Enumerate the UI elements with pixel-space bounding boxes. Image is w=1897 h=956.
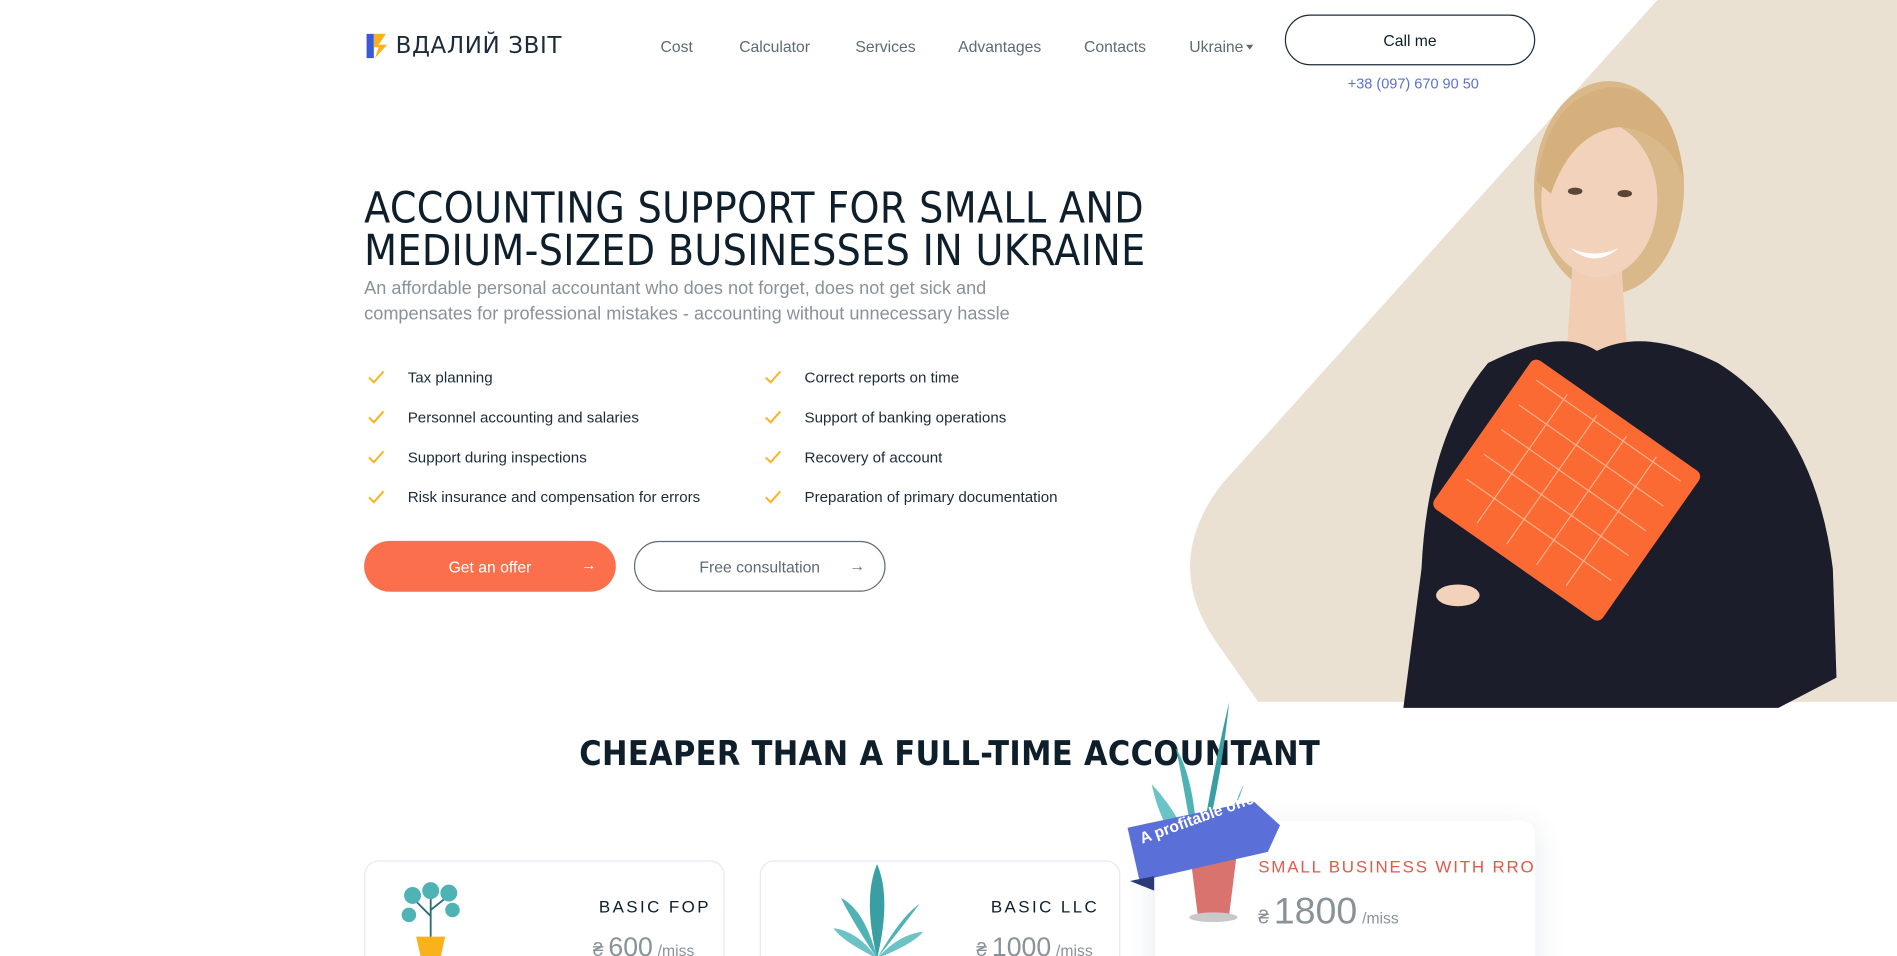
language-label: Ukraine (1189, 37, 1244, 56)
hero-subtitle-line-2: compensates for professional mistakes - … (364, 303, 1010, 325)
nav-item-advantages[interactable]: Advantages (958, 38, 1041, 56)
check-icon (368, 450, 385, 464)
arrow-right-icon: → (849, 556, 866, 575)
feature-item: Correct reports on time (765, 369, 960, 387)
plan-name: BASIC LLC (990, 896, 1100, 917)
check-icon (368, 490, 385, 504)
hero-subtitle: An affordable personal accountant who do… (364, 276, 1041, 327)
check-icon (368, 370, 385, 384)
feature-item: Personnel accounting and salaries (368, 409, 639, 426)
feature-label: Personnel accounting and salaries (407, 409, 639, 426)
hero-background (1190, 0, 1897, 708)
price-value: 600 (608, 931, 653, 956)
feature-label: Tax planning (407, 369, 493, 387)
plant-icon (401, 882, 460, 956)
phone-link[interactable]: +38 (097) 670 90 50 (1348, 75, 1479, 92)
feature-item: Risk insurance and compensation for erro… (368, 489, 700, 506)
currency-symbol: ₴ (976, 940, 988, 956)
logo-mark-icon (366, 33, 388, 59)
check-icon (368, 410, 385, 424)
hero-title: ACCOUNTING SUPPORT FOR SMALL AND MEDIUM-… (364, 185, 1187, 276)
feature-item: Support during inspections (368, 449, 587, 466)
nav-item-cost[interactable]: Cost (661, 38, 693, 56)
hero-title-line-1: ACCOUNTING SUPPORT FOR SMALL AND (364, 185, 1144, 234)
page: ВДАЛИЙ ЗВІТ Cost Calculator Services Adv… (0, 0, 1897, 956)
feature-label: Risk insurance and compensation for erro… (407, 488, 701, 506)
check-icon (765, 490, 782, 504)
feature-label: Recovery of account (804, 448, 943, 466)
hero-subtitle-line-1: An affordable personal accountant who do… (364, 278, 987, 299)
plan-price: ₴ 600 /miss (593, 932, 695, 956)
feature-label: Correct reports on time (804, 369, 960, 387)
call-me-button[interactable]: Call me (1284, 14, 1536, 66)
hero-title-line-2: MEDIUM-SIZED BUSINESSES IN UKRAINE (364, 227, 1146, 276)
feature-label: Support during inspections (407, 448, 587, 466)
get-offer-label: Get an offer (448, 557, 532, 576)
price-period: /miss (1362, 908, 1399, 927)
nav-item-services[interactable]: Services (855, 38, 915, 56)
feature-label: Support of banking operations (804, 409, 1007, 426)
price-value: 1000 (991, 931, 1052, 956)
get-offer-button[interactable]: Get an offer → (364, 540, 616, 592)
check-icon (765, 370, 782, 384)
price-period: /miss (1055, 941, 1093, 956)
feature-item: Recovery of account (765, 448, 943, 466)
nav-item-contacts[interactable]: Contacts (1084, 38, 1146, 56)
price-value: 1800 (1273, 889, 1358, 932)
feature-label: Preparation of primary documentation (804, 488, 1058, 506)
check-icon (765, 450, 782, 464)
free-consultation-button[interactable]: Free consultation → (633, 540, 886, 592)
brand-name: ВДАЛИЙ ЗВІТ (395, 32, 563, 60)
caret-down-icon (1245, 44, 1254, 50)
plan-card[interactable]: BASIC FOP ₴ 600 /miss (364, 860, 725, 956)
language-selector[interactable]: Ukraine (1189, 37, 1254, 56)
feature-item: Tax planning (368, 369, 493, 386)
plan-price: ₴ 1800 /miss (1258, 889, 1399, 933)
check-icon (765, 410, 782, 424)
plan-price: ₴ 1000 /miss (976, 932, 1092, 956)
feature-item: Support of banking operations (765, 409, 1007, 426)
pricing-title: CHEAPER THAN A FULL-TIME ACCOUNTANT (579, 733, 1321, 774)
plant-icon (833, 864, 924, 956)
brand-logo[interactable]: ВДАЛИЙ ЗВІТ (364, 31, 562, 60)
arrow-right-icon: → (580, 555, 597, 574)
plan-name: BASIC FOP (598, 896, 711, 917)
currency-symbol: ₴ (1258, 907, 1269, 929)
plan-card[interactable]: BASIC LLC ₴ 1000 /miss (759, 860, 1121, 956)
nav-item-calculator[interactable]: Calculator (739, 38, 810, 56)
free-consultation-label: Free consultation (699, 557, 821, 576)
price-period: /miss (657, 941, 695, 956)
currency-symbol: ₴ (592, 940, 604, 956)
plan-name: SMALL BUSINESS WITH RRO (1258, 856, 1536, 877)
feature-item: Preparation of primary documentation (765, 489, 1058, 506)
